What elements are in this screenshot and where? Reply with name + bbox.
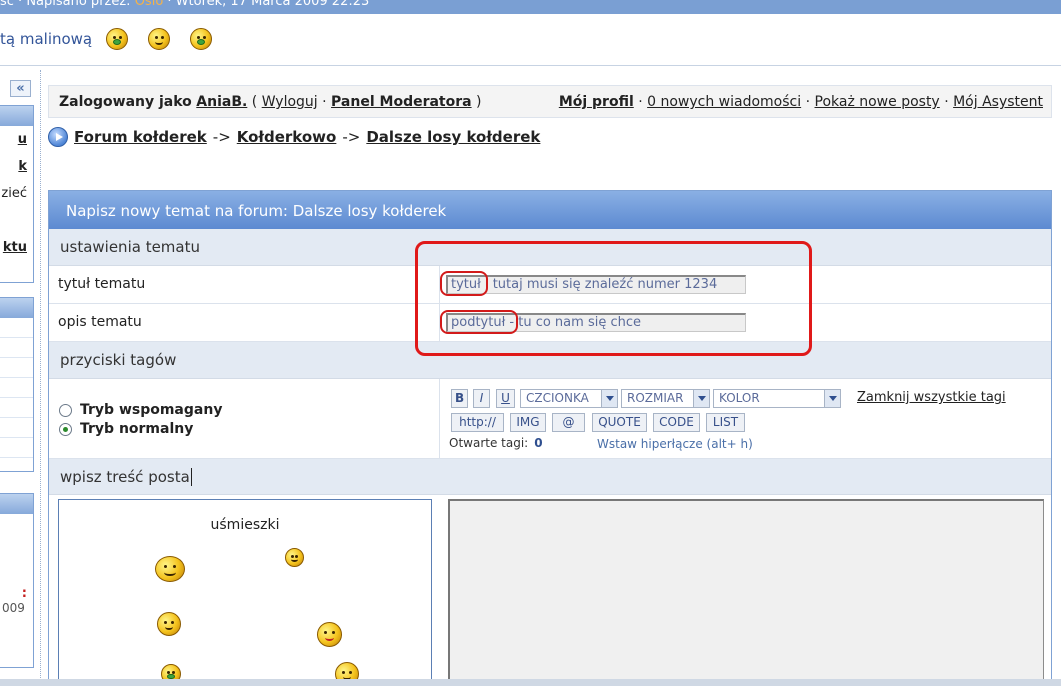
- sidebar-row[interactable]: [0, 338, 33, 358]
- breadcrumb-separator: ->: [212, 128, 231, 146]
- user-links: Mój profil · 0 nowych wiadomości · Pokaż…: [558, 94, 1043, 110]
- dropdown-arrow-icon[interactable]: [693, 390, 709, 407]
- email-button[interactable]: @: [552, 413, 585, 432]
- topic-title-input[interactable]: tytuł i tutaj musi się znaleźć numer 123…: [446, 275, 746, 294]
- sidebar-link[interactable]: k: [0, 153, 33, 180]
- sidebar-block-header: [0, 106, 33, 126]
- sidebar-row[interactable]: [0, 378, 33, 398]
- smiley-icon[interactable]: [285, 548, 304, 567]
- sidebar-link[interactable]: zieć: [0, 180, 33, 207]
- bottom-strip: [0, 679, 1061, 686]
- smiley-icon[interactable]: [317, 622, 342, 647]
- new-messages-link[interactable]: 0 nowych wiadomości: [647, 94, 801, 110]
- topic-settings-header: ustawienia tematu: [49, 229, 1051, 266]
- sidebar-date: 009: [2, 601, 25, 615]
- sidebar: u k zieć ktu : 009: [0, 105, 34, 686]
- smiley-icon: [148, 28, 171, 50]
- collapse-sidebar-button[interactable]: «: [10, 80, 31, 97]
- sidebar-link[interactable]: [0, 207, 33, 234]
- sidebar-row[interactable]: [0, 358, 33, 378]
- logout-link[interactable]: Wyloguj: [262, 94, 318, 110]
- moderator-panel-link[interactable]: Panel Moderatora: [331, 94, 472, 110]
- bold-button[interactable]: B: [451, 389, 468, 408]
- breadcrumb: Forum kołderek -> Kołderkowo -> Dalsze l…: [48, 127, 540, 147]
- topic-desc-input[interactable]: podtytuł - tu co nam się chce: [446, 313, 746, 332]
- sidebar-row[interactable]: [0, 398, 33, 418]
- sidebar-row[interactable]: [0, 418, 33, 438]
- font-select[interactable]: CZCIONKA: [520, 389, 618, 408]
- open-tags-count: 0: [534, 436, 543, 450]
- column-divider: [40, 70, 41, 686]
- radio-icon[interactable]: [59, 422, 72, 436]
- breadcrumb-item[interactable]: Forum kołderek: [74, 128, 207, 146]
- topic-title-row: tytuł tematu tytuł i tutaj musi się znal…: [49, 266, 1051, 304]
- close-all-tags-link[interactable]: Zamknij wszystkie tagi: [857, 390, 1006, 405]
- mode-normal-option[interactable]: Tryb normalny: [59, 421, 193, 437]
- sidebar-block-header: [0, 494, 33, 514]
- size-select[interactable]: ROZMIAR: [621, 389, 710, 408]
- user-bar: Zalogowany jako AniaB. ( Wyloguj · Panel…: [48, 85, 1052, 118]
- hint-text: Wstaw hiperłącze (alt+ h): [597, 437, 753, 451]
- breadcrumb-item[interactable]: Kołderkowo: [237, 128, 337, 146]
- sidebar-block: u k zieć ktu: [0, 105, 34, 283]
- emoticon-row: tą malinową: [0, 22, 232, 56]
- img-button[interactable]: IMG: [510, 413, 546, 432]
- http-button[interactable]: http://: [451, 413, 504, 432]
- topic-title-label: tytuł tematu: [58, 276, 146, 292]
- sidebar-row[interactable]: [0, 318, 33, 338]
- smiley-icon[interactable]: [155, 556, 185, 582]
- thread-author[interactable]: Oslo: [135, 0, 164, 9]
- login-info: Zalogowany jako AniaB. ( Wyloguj · Panel…: [59, 94, 482, 110]
- smiley-icon[interactable]: [157, 612, 181, 636]
- smiley-icon: [106, 28, 129, 50]
- quote-button[interactable]: QUOTE: [592, 413, 647, 432]
- sidebar-row[interactable]: [0, 438, 33, 458]
- mode-assisted-option[interactable]: Tryb wspomagany: [59, 402, 222, 418]
- breadcrumb-item[interactable]: Dalsze losy kołderek: [366, 128, 540, 146]
- breadcrumb-arrow-icon: [48, 127, 68, 147]
- code-button[interactable]: CODE: [653, 413, 700, 432]
- tag-buttons-row: Tryb wspomagany Tryb normalny B I U CZCI…: [49, 379, 1051, 459]
- post-snippet: tą malinową: [0, 30, 93, 48]
- thread-info-text: sc · Napisano przez: Oslo · Wtorek, 17 M…: [0, 0, 369, 9]
- breadcrumb-separator: ->: [342, 128, 361, 146]
- underline-button[interactable]: U: [496, 389, 515, 408]
- form-title: Napisz nowy temat na forum: Dalsze losy …: [49, 191, 1051, 229]
- username-link[interactable]: AniaB.: [196, 94, 247, 110]
- tag-buttons-header: przyciski tagów: [49, 342, 1051, 379]
- dropdown-arrow-icon[interactable]: [824, 390, 840, 407]
- color-select[interactable]: KOLOR: [713, 389, 841, 408]
- sidebar-link[interactable]: u: [0, 126, 33, 153]
- smiley-icon: [190, 28, 213, 50]
- post-content-textarea[interactable]: [448, 499, 1044, 685]
- sidebar-red-label: :: [21, 586, 27, 601]
- show-new-posts-link[interactable]: Pokaż nowe posty: [815, 94, 940, 110]
- open-tags-label: Otwarte tagi: 0: [449, 436, 543, 450]
- list-button[interactable]: LIST: [706, 413, 745, 432]
- italic-button[interactable]: I: [473, 389, 490, 408]
- topic-desc-row: opis tematu podtytuł - tu co nam się chc…: [49, 304, 1051, 342]
- radio-icon[interactable]: [59, 403, 72, 417]
- sidebar-block: [0, 297, 34, 472]
- topic-desc-label: opis tematu: [58, 314, 142, 330]
- smileys-title: uśmieszki: [210, 517, 280, 533]
- post-content-header: wpisz treść posta: [49, 459, 1051, 495]
- sidebar-block-header: [0, 298, 33, 318]
- thread-info-bar: sc · Napisano przez: Oslo · Wtorek, 17 M…: [0, 0, 1061, 14]
- sidebar-link[interactable]: ktu: [0, 234, 33, 261]
- my-profile-link[interactable]: Mój profil: [559, 94, 634, 110]
- sidebar-block: : 009: [0, 493, 34, 668]
- my-assistant-link[interactable]: Mój Asystent: [953, 94, 1043, 110]
- divider: [0, 65, 1061, 66]
- dropdown-arrow-icon[interactable]: [601, 390, 617, 407]
- new-topic-form: Napisz nowy temat na forum: Dalsze losy …: [48, 190, 1052, 686]
- logged-as-label: Zalogowany jako: [59, 94, 192, 110]
- smileys-panel: uśmieszki: [58, 499, 432, 685]
